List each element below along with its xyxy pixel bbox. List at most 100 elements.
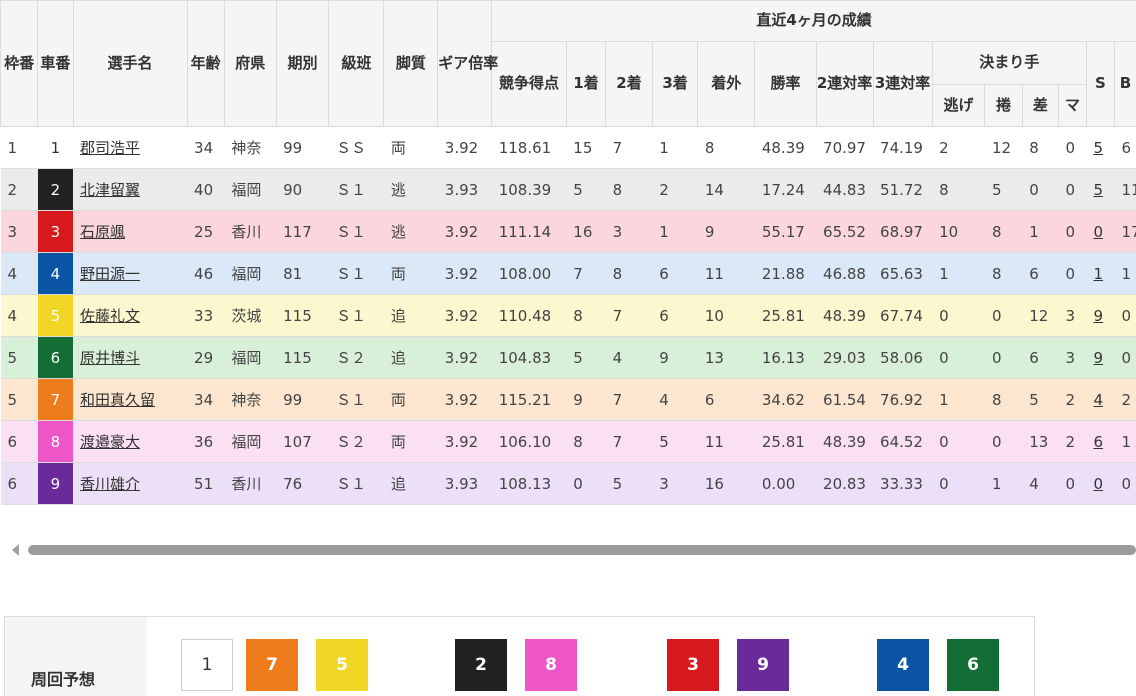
s-count-link[interactable]: 5 [1093,139,1103,157]
cell-car: 9 [38,463,73,505]
cell-mark: 0 [1059,127,1087,169]
cell-car: 2 [38,169,73,211]
cell-makuri: 5 [985,169,1022,211]
s-count-link[interactable]: 0 [1093,475,1103,493]
col-header-out: 着外 [698,42,755,127]
cell-term: 99 [276,379,329,421]
cell-gear: 3.93 [438,169,492,211]
cell-out: 14 [698,169,755,211]
cell-gear: 3.92 [438,295,492,337]
racer-name-link[interactable]: 石原颯 [80,223,125,241]
racer-name-link[interactable]: 北津留翼 [80,181,140,199]
cell-s: 9 [1086,295,1114,337]
cell-second: 3 [606,211,653,253]
cell-name: 和田真久留 [73,379,187,421]
cell-gear: 3.92 [438,337,492,379]
table-row: 56原井博斗29福岡115Ｓ２追3.92104.835491316.1329.0… [1,337,1136,379]
cell-q2: 61.54 [816,379,873,421]
cell-win: 25.81 [755,295,816,337]
cell-class: Ｓ１ [329,379,384,421]
cell-nige: 1 [932,253,985,295]
cell-term: 81 [276,253,329,295]
cell-nige: 0 [932,463,985,505]
cell-third: 4 [652,379,698,421]
cell-age: 36 [187,421,224,463]
racer-name-link[interactable]: 和田真久留 [80,391,155,409]
cell-sashi: 12 [1022,295,1058,337]
cell-age: 46 [187,253,224,295]
horizontal-scrollbar[interactable] [0,540,1136,560]
racer-table-container[interactable]: 枠番 車番 選手名 年齢 府県 期別 級班 脚質 ギア倍率 直近4ヶ月の成績 競… [0,0,1136,512]
cell-score: 108.00 [492,253,567,295]
racer-rows: 11郡司浩平34神奈99ＳＳ両3.92118.611571848.3970.97… [1,127,1136,505]
cell-pref: 香川 [224,463,276,505]
cell-third: 1 [652,211,698,253]
cell-third: 1 [652,127,698,169]
cell-pref: 香川 [224,211,276,253]
cell-b: 17 [1114,211,1136,253]
cell-style: 追 [384,337,438,379]
racer-name-link[interactable]: 渡邉豪大 [80,433,140,451]
cell-pref: 福岡 [224,253,276,295]
cell-name: 佐藤礼文 [73,295,187,337]
s-count-link[interactable]: 9 [1093,307,1103,325]
cell-first: 9 [566,379,605,421]
cell-out: 16 [698,463,755,505]
cell-car: 6 [38,337,73,379]
cell-out: 11 [698,421,755,463]
cell-style: 両 [384,253,438,295]
cell-waku: 3 [1,211,38,253]
s-count-link[interactable]: 4 [1093,391,1103,409]
scroll-left-arrow-icon[interactable] [12,544,19,556]
cell-makuri: 0 [985,337,1022,379]
racer-name-link[interactable]: 野田源一 [80,265,140,283]
s-count-link[interactable]: 6 [1093,433,1103,451]
racer-name-link[interactable]: 郡司浩平 [80,139,140,157]
cell-waku: 2 [1,169,38,211]
s-count-link[interactable]: 5 [1093,181,1103,199]
cell-out: 8 [698,127,755,169]
scroll-thumb[interactable] [28,545,1136,555]
col-header-first: 1着 [566,42,605,127]
cell-q3: 68.97 [873,211,932,253]
racer-table: 枠番 車番 選手名 年齢 府県 期別 級班 脚質 ギア倍率 直近4ヶ月の成績 競… [0,0,1136,505]
s-count-link[interactable]: 0 [1093,223,1103,241]
cell-out: 6 [698,379,755,421]
cell-second: 7 [606,295,653,337]
cell-mark: 0 [1059,169,1087,211]
s-count-link[interactable]: 9 [1093,349,1103,367]
col-header-pref: 府県 [224,1,276,127]
cell-second: 8 [606,169,653,211]
cell-term: 117 [276,211,329,253]
col-header-quinella-rate: 2連対率 [816,42,873,127]
col-header-age: 年齢 [187,1,224,127]
lap-prediction-car: 4 [877,639,929,691]
cell-q2: 48.39 [816,295,873,337]
cell-term: 90 [276,169,329,211]
cell-second: 7 [606,421,653,463]
cell-q2: 46.88 [816,253,873,295]
col-header-term: 期別 [276,1,329,127]
racer-name-link[interactable]: 香川雄介 [80,475,140,493]
cell-class: Ｓ１ [329,169,384,211]
cell-b: 1 [1114,421,1136,463]
cell-pref: 福岡 [224,169,276,211]
table-row: 11郡司浩平34神奈99ＳＳ両3.92118.611571848.3970.97… [1,127,1136,169]
cell-style: 逃 [384,169,438,211]
cell-car: 4 [38,253,73,295]
racer-name-link[interactable]: 佐藤礼文 [80,307,140,325]
col-header-recent: 直近4ヶ月の成績 [492,1,1136,42]
racer-name-link[interactable]: 原井博斗 [80,349,140,367]
cell-b: 11 [1114,169,1136,211]
cell-q2: 48.39 [816,421,873,463]
cell-s: 5 [1086,127,1114,169]
cell-q2: 44.83 [816,169,873,211]
cell-s: 9 [1086,337,1114,379]
cell-first: 8 [566,295,605,337]
s-count-link[interactable]: 1 [1093,265,1103,283]
cell-style: 両 [384,127,438,169]
cell-b: 1 [1114,253,1136,295]
cell-q2: 20.83 [816,463,873,505]
col-header-class: 級班 [329,1,384,127]
cell-score: 108.13 [492,463,567,505]
